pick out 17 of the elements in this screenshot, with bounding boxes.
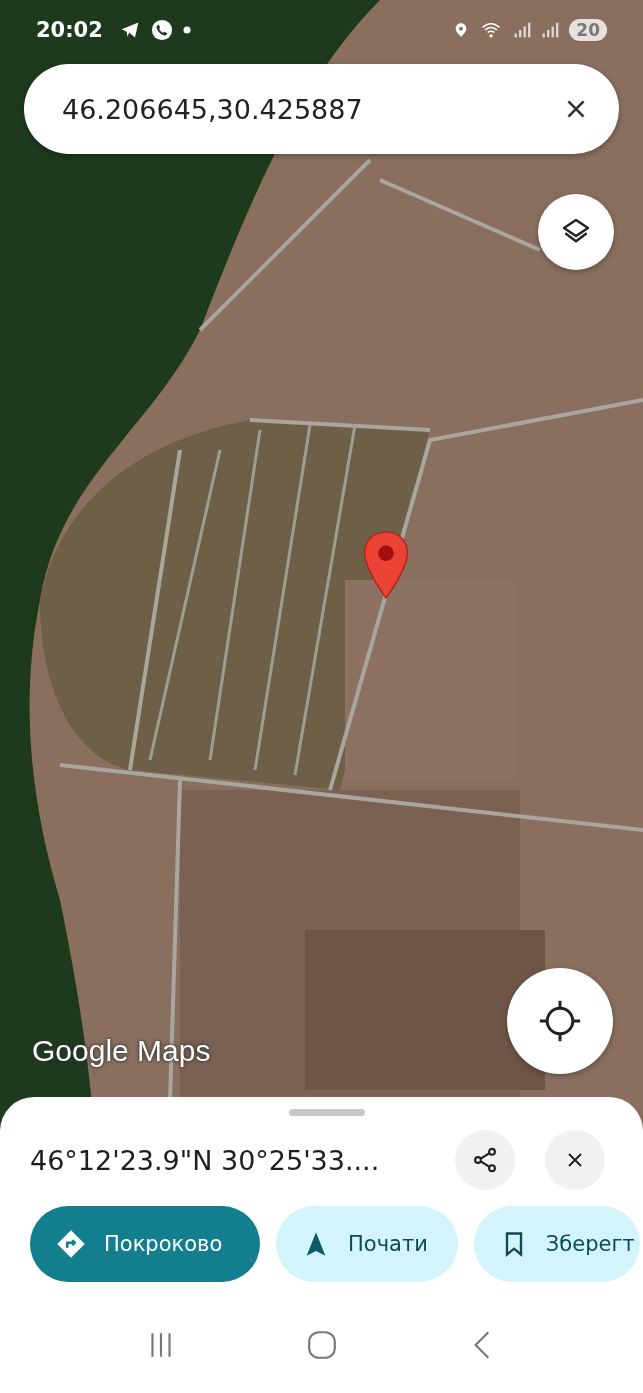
map-logo: Google Maps <box>32 1034 211 1068</box>
place-title: 46°12'23.9"N 30°25'33.... <box>30 1144 381 1176</box>
notification-dot-icon <box>182 26 191 34</box>
directions-icon <box>56 1229 86 1259</box>
battery-level: 20 <box>569 19 607 41</box>
phone-icon <box>150 19 173 41</box>
start-button[interactable]: Почати <box>276 1206 458 1282</box>
drag-handle[interactable] <box>288 1109 365 1116</box>
home-icon[interactable] <box>305 1329 338 1361</box>
directions-button[interactable]: Покроково <box>30 1206 260 1282</box>
save-button[interactable]: Зберегт <box>473 1206 640 1282</box>
signal-icon <box>541 21 560 39</box>
share-icon <box>471 1146 499 1174</box>
crosshair-icon <box>538 999 582 1043</box>
signal-icon <box>513 21 532 39</box>
search-field[interactable]: 46.206645,30.425887 <box>24 64 619 154</box>
status-time: 20:02 <box>36 18 103 42</box>
